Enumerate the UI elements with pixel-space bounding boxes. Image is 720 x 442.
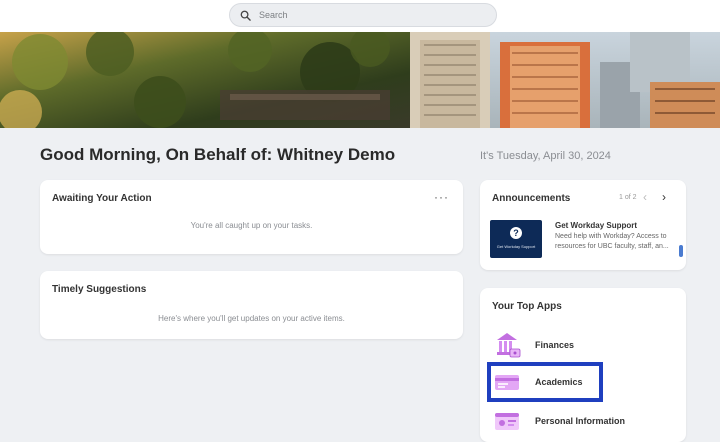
scroll-indicator[interactable] [679, 245, 683, 257]
app-personal-information[interactable]: Personal Information [492, 404, 625, 438]
announcement-thumbnail[interactable]: ? Get Workday Support [490, 220, 542, 258]
id-card-icon [495, 413, 519, 430]
timely-suggestions-title: Timely Suggestions [52, 284, 147, 295]
academics-highlight-box [487, 362, 603, 402]
awaiting-action-card: Awaiting Your Action ··· You're all caug… [40, 180, 463, 254]
announcement-thumbnail-caption: Get Workday Support [496, 244, 536, 249]
announcement-body: Need help with Workday? Access to resour… [555, 233, 669, 250]
page-greeting: Good Morning, On Behalf of: Whitney Demo [40, 145, 396, 164]
timely-suggestions-card: Timely Suggestions Here's where you'll g… [40, 271, 463, 339]
current-date: It's Tuesday, April 30, 2024 [480, 150, 611, 162]
bank-icon [497, 333, 521, 358]
announcement-title[interactable]: Get Workday Support [555, 221, 637, 230]
search-icon [240, 10, 251, 21]
awaiting-action-title: Awaiting Your Action [52, 193, 152, 204]
top-bar [0, 0, 720, 32]
search-bar[interactable] [229, 3, 497, 27]
next-announcement-button[interactable]: › [662, 190, 666, 204]
awaiting-action-message: You're all caught up on your tasks. [190, 221, 313, 230]
hero-banner-image [0, 32, 720, 128]
top-apps-title: Your Top Apps [492, 301, 562, 312]
timely-suggestions-message: Here's where you'll get updates on your … [158, 314, 345, 323]
search-input[interactable] [259, 10, 459, 20]
more-options-icon[interactable]: ··· [434, 190, 449, 204]
announcements-pager: 1 of 2 [619, 194, 637, 201]
app-finances[interactable]: Finances [492, 328, 574, 362]
announcements-title: Announcements [492, 193, 571, 204]
question-mark-icon: ? [510, 227, 522, 239]
previous-announcement-button[interactable]: ‹ [643, 190, 647, 204]
app-label-personal-information: Personal Information [535, 416, 626, 426]
app-label-finances: Finances [535, 340, 575, 350]
